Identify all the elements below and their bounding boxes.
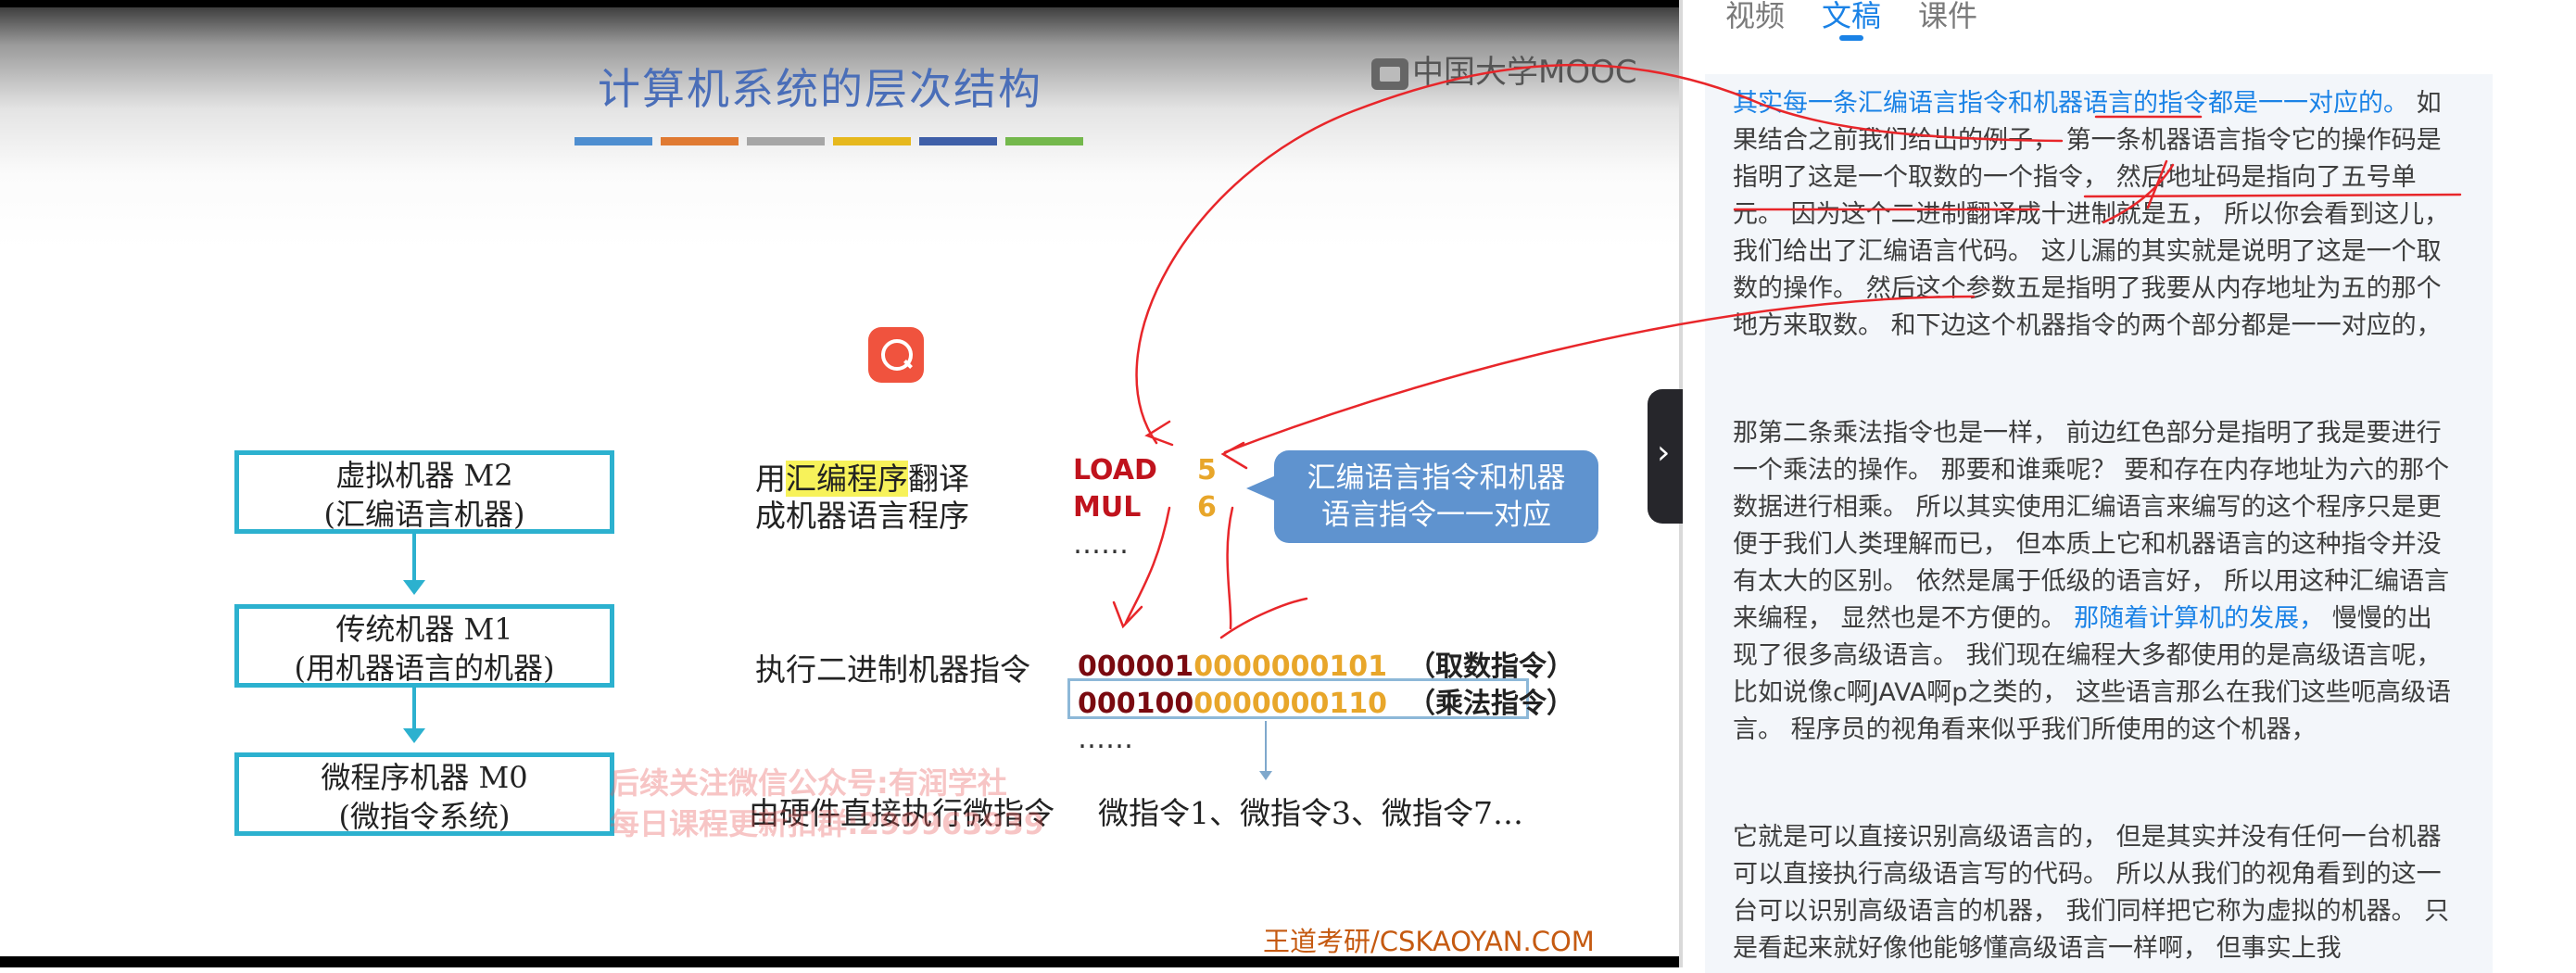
title-color-segment bbox=[661, 137, 739, 145]
connector-line bbox=[412, 534, 416, 580]
title-color-segment bbox=[919, 137, 997, 145]
mooc-logo: 中国大学MOOC bbox=[1371, 46, 1637, 92]
callout-pointer bbox=[1246, 475, 1276, 501]
transcript-paragraph-3: 它就是可以直接识别高级语言的， 但是其实并没有任何一台机器可以直接执行高级语言写… bbox=[1733, 823, 2450, 963]
asm-arg-6: 6 bbox=[1197, 491, 1217, 524]
machine-box-m2: 虚拟机器 M2 (汇编语言机器) bbox=[234, 450, 614, 534]
title-color-segment bbox=[1005, 137, 1083, 145]
connector-line bbox=[412, 688, 416, 728]
asm-arg-5: 5 bbox=[1197, 454, 1217, 486]
machine-code-mul: 0001000000000110 （乘法指令） bbox=[1078, 688, 1574, 720]
tab-transcript[interactable]: 文稿 bbox=[1822, 0, 1881, 35]
callout-bubble: 汇编语言指令和机器 语言指令一一对应 bbox=[1274, 450, 1598, 543]
transcript-paragraph-1: 其实每一条汇编语言指令和机器语言的指令都是一一对应的。 如果结合之前我们给出的例… bbox=[1733, 89, 2450, 340]
video-player[interactable]: 计算机系统的层次结构 中国大学MOOC 虚拟机器 M2 (汇编语言机器) 传统机… bbox=[0, 0, 1679, 967]
asm-op-mul: MUL bbox=[1073, 491, 1142, 524]
title-color-segment bbox=[575, 137, 652, 145]
lecture-slide: 计算机系统的层次结构 中国大学MOOC 虚拟机器 M2 (汇编语言机器) 传统机… bbox=[0, 7, 1679, 957]
chevron-right-icon: › bbox=[1657, 434, 1671, 472]
slide-title: 计算机系统的层次结构 bbox=[598, 64, 1042, 114]
title-color-segment bbox=[833, 137, 911, 145]
down-arrow-head bbox=[1259, 771, 1272, 780]
micro-instruction-list: 微指令1、微指令3、微指令7… bbox=[1098, 795, 1523, 831]
code-ellipsis: …… bbox=[1078, 723, 1133, 755]
mooc-logo-icon bbox=[1371, 57, 1408, 90]
watermark: 后续关注微信公众号:有润学社 每日课程更新扣群:299963939 bbox=[610, 765, 1045, 841]
tab-video[interactable]: 视频 bbox=[1725, 0, 1785, 35]
active-tab-indicator bbox=[1839, 35, 1863, 41]
site-credit: 王道考研/CSKAOYAN.COM bbox=[1263, 926, 1595, 957]
exec-label: 执行二进制机器指令 bbox=[755, 651, 1030, 688]
translate-label-line2: 成机器语言程序 bbox=[755, 498, 969, 534]
transcript-paragraph-2: 那第二条乘法指令也是一样， 前边红色部分是指明了我是要进行一个乘法的操作。 那要… bbox=[1733, 419, 2452, 744]
machine-box-m0: 微程序机器 M0 (微指令系统) bbox=[234, 752, 614, 836]
tab-courseware[interactable]: 课件 bbox=[1918, 0, 1977, 35]
connector-arrow bbox=[403, 728, 425, 743]
asm-op-load: LOAD bbox=[1073, 454, 1157, 486]
down-arrow-line bbox=[1265, 721, 1267, 775]
asm-ellipsis: …… bbox=[1073, 528, 1129, 561]
connector-arrow bbox=[403, 580, 425, 595]
title-color-segment bbox=[747, 137, 825, 145]
search-button[interactable] bbox=[868, 327, 924, 383]
machine-box-m1: 传统机器 M1 (用机器语言的机器) bbox=[234, 604, 614, 688]
